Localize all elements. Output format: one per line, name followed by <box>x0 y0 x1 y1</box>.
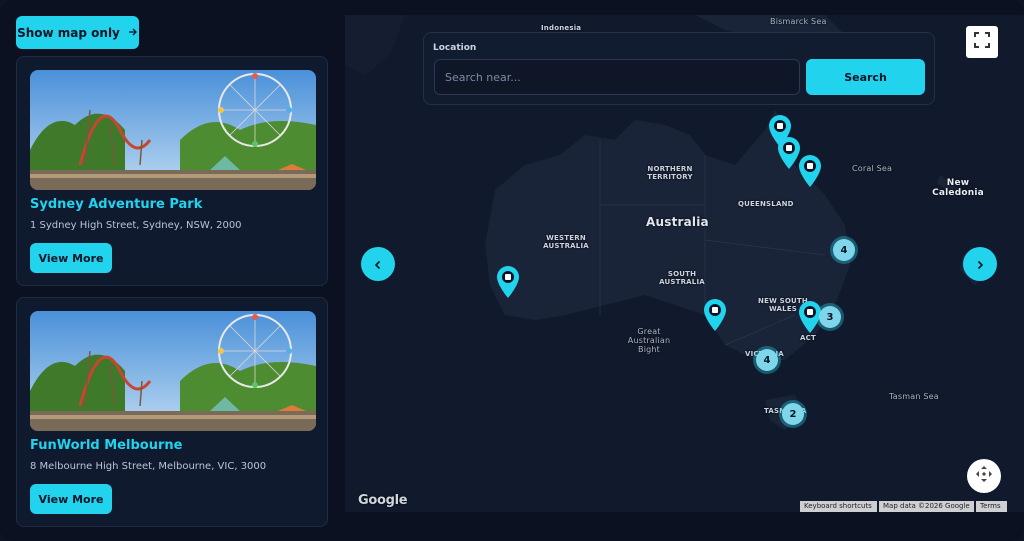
chevron-right-icon <box>975 255 985 274</box>
map-view[interactable]: Indonesia Bismarck Sea Coral Sea New Cal… <box>345 15 1024 512</box>
map-pin-icon <box>797 155 823 192</box>
marker-cluster[interactable]: 3 <box>819 306 841 328</box>
marker-cluster[interactable]: 4 <box>833 239 855 261</box>
map-label-bismarck-sea: Bismarck Sea <box>770 17 827 26</box>
keyboard-shortcuts-link[interactable]: Keyboard shortcuts <box>800 501 877 512</box>
map-label-northern-territory: NORTHERN TERRITORY <box>647 165 693 181</box>
map-label-indonesia: Indonesia <box>541 24 582 32</box>
next-arrow-button[interactable] <box>963 247 997 281</box>
fullscreen-button[interactable] <box>966 26 998 58</box>
map-label-tasman-sea: Tasman Sea <box>889 392 939 401</box>
marker-cluster[interactable]: 2 <box>782 403 804 425</box>
listing-title[interactable]: Sydney Adventure Park <box>30 197 202 212</box>
show-map-only-button[interactable]: Show map only <box>16 16 139 49</box>
recenter-button[interactable] <box>967 459 1001 493</box>
chevron-left-icon <box>373 255 383 274</box>
listing-card[interactable]: Sydney Adventure Park 1 Sydney High Stre… <box>16 56 328 286</box>
listing-title[interactable]: FunWorld Melbourne <box>30 438 182 453</box>
show-map-label: Show map only <box>17 25 120 40</box>
map-label-coral-sea: Coral Sea <box>852 164 893 173</box>
listing-address: 1 Sydney High Street, Sydney, NSW, 2000 <box>30 220 242 231</box>
listing-card[interactable]: FunWorld Melbourne 8 Melbourne High Stre… <box>16 297 328 527</box>
map-pin-icon <box>797 301 823 338</box>
park-photo <box>30 311 316 431</box>
map-label-great-australian-bight: Great Australian Bight <box>627 327 671 354</box>
arrow-right-icon <box>128 26 138 40</box>
google-logo: Google <box>358 493 408 508</box>
view-more-button[interactable]: View More <box>30 484 112 514</box>
map-pin[interactable] <box>495 265 521 299</box>
map-pin[interactable] <box>702 298 728 332</box>
prev-arrow-button[interactable] <box>361 247 395 281</box>
location-label: Location <box>433 43 477 53</box>
view-more-button[interactable]: View More <box>30 243 112 273</box>
map-data-attribution: Map data ©2026 Google <box>879 501 974 512</box>
map-pin-icon <box>702 299 728 336</box>
map-pin[interactable] <box>797 154 823 188</box>
location-search-input[interactable] <box>434 59 800 95</box>
marker-cluster[interactable]: 4 <box>756 349 778 371</box>
app-frame: Show map only Sydney Adventure Park 1 Sy… <box>0 0 1024 541</box>
move-arrows-icon <box>975 465 993 487</box>
listing-address: 8 Melbourne High Street, Melbourne, VIC,… <box>30 461 267 472</box>
search-button[interactable]: Search <box>806 59 925 95</box>
location-search-panel: Location Search <box>423 32 935 105</box>
listing-panel: Show map only Sydney Adventure Park 1 Sy… <box>0 0 345 541</box>
terms-link[interactable]: Terms <box>976 501 1007 512</box>
park-photo <box>30 70 316 190</box>
map-pin-icon <box>495 266 521 303</box>
map-label-queensland: QUEENSLAND <box>738 200 794 208</box>
map-label-australia: Australia <box>646 215 709 229</box>
fullscreen-icon <box>974 32 990 52</box>
map-label-western-australia: WESTERN AUSTRALIA <box>543 234 589 250</box>
map-label-new-caledonia: New Caledonia <box>932 178 984 198</box>
map-label-south-australia: SOUTH AUSTRALIA <box>659 270 705 286</box>
